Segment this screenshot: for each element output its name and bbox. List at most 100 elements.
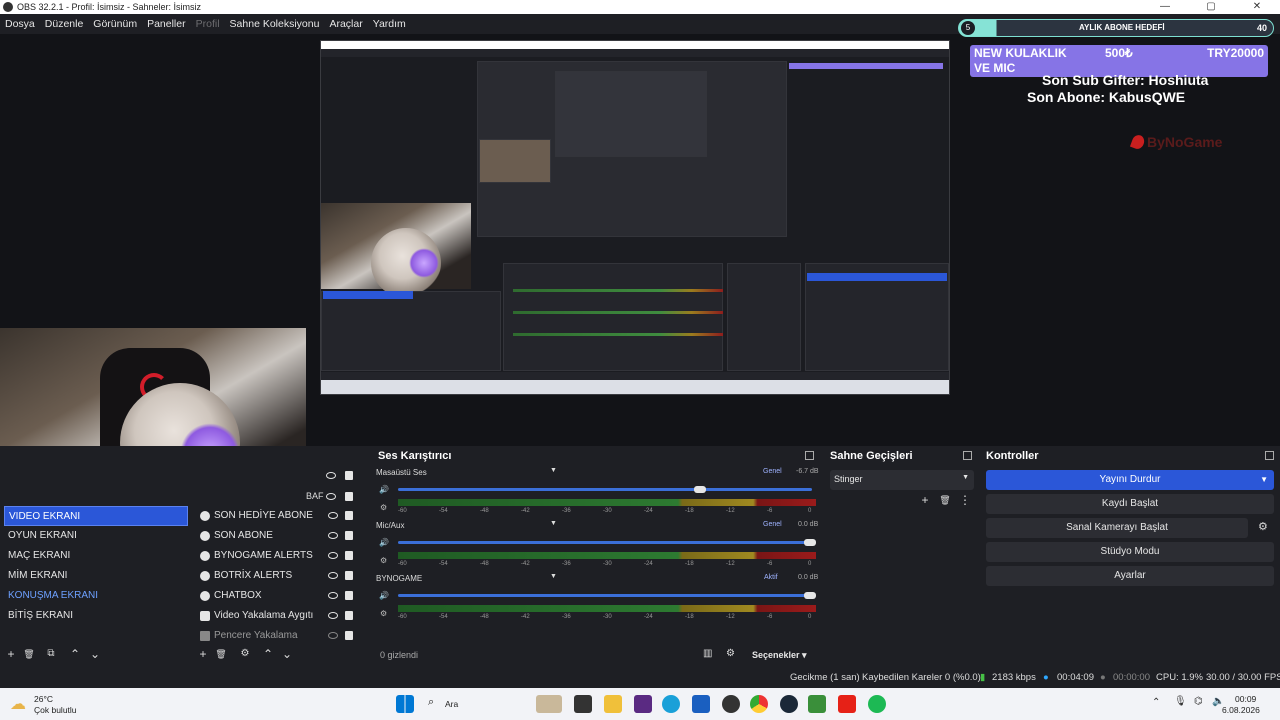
- source-item[interactable]: Pencere Yakalama: [196, 626, 364, 646]
- spotify-icon[interactable]: [868, 695, 886, 713]
- volume-slider-handle[interactable]: [804, 592, 816, 599]
- remove-transition-button[interactable]: 🗑: [938, 493, 952, 507]
- eye-hidden-icon[interactable]: [328, 632, 338, 639]
- start-virtual-camera-button[interactable]: Sanal Kamerayı Başlat: [986, 518, 1248, 538]
- scene-item[interactable]: KONUŞMA EKRANI: [4, 586, 188, 606]
- eye-icon[interactable]: [328, 612, 338, 619]
- channel-tag[interactable]: Genel: [763, 468, 782, 475]
- clock-date[interactable]: 6.08.2026: [1222, 705, 1260, 715]
- channel-menu-icon[interactable]: ▼: [550, 573, 557, 580]
- eye-icon[interactable]: [328, 512, 338, 519]
- source-properties-button[interactable]: ⚙: [238, 647, 252, 661]
- menu-yardim[interactable]: Yardım: [368, 18, 411, 30]
- start-recording-button[interactable]: Kaydı Başlat: [986, 494, 1274, 514]
- mixer-layout-icon[interactable]: ▥: [703, 648, 712, 659]
- source-item[interactable]: CHATBOX: [196, 586, 364, 606]
- channel-settings-icon[interactable]: ⚙: [380, 609, 387, 618]
- studio-mode-button[interactable]: Stüdyo Modu: [986, 542, 1274, 562]
- edge-icon[interactable]: [662, 695, 680, 713]
- add-scene-button[interactable]: +: [4, 647, 18, 661]
- volume-slider[interactable]: [398, 594, 812, 597]
- youtube-icon[interactable]: [838, 695, 856, 713]
- weather-temp[interactable]: 26°C: [34, 694, 53, 704]
- transition-menu-icon[interactable]: ⋮: [958, 493, 972, 507]
- lock-icon[interactable]: [345, 611, 353, 620]
- scene-filters-button[interactable]: ⧉: [44, 647, 58, 661]
- lock-icon[interactable]: [345, 551, 353, 560]
- tray-chevron-up-icon[interactable]: ⌃: [1152, 697, 1160, 708]
- lock-icon[interactable]: [345, 492, 353, 501]
- channel-settings-icon[interactable]: ⚙: [380, 556, 387, 565]
- dock-float-icon[interactable]: [805, 451, 814, 460]
- channel-menu-icon[interactable]: ▼: [550, 467, 557, 474]
- scene-item[interactable]: BİTİŞ EKRANI: [4, 606, 188, 626]
- remove-source-button[interactable]: 🗑: [214, 647, 228, 661]
- menu-araclar[interactable]: Araçlar: [324, 18, 367, 30]
- source-item[interactable]: BOTRİX ALERTS: [196, 566, 364, 586]
- lock-icon[interactable]: [345, 591, 353, 600]
- steam-icon[interactable]: [780, 695, 798, 713]
- taskbar-search[interactable]: Ara: [445, 699, 458, 709]
- volume-slider-handle[interactable]: [804, 539, 816, 546]
- source-item[interactable]: SON ABONE: [196, 526, 364, 546]
- scene-item[interactable]: VIDEO EKRANI: [4, 506, 188, 526]
- remove-scene-button[interactable]: 🗑: [22, 647, 36, 661]
- weather-icon[interactable]: ☁: [10, 694, 26, 714]
- chrome-icon[interactable]: [750, 695, 768, 713]
- task-view-icon[interactable]: [574, 695, 592, 713]
- volume-slider[interactable]: [398, 541, 812, 544]
- menu-gorunum[interactable]: Görünüm: [88, 18, 142, 30]
- add-transition-button[interactable]: +: [918, 493, 932, 507]
- clock-time[interactable]: 00:09: [1235, 694, 1256, 704]
- menu-paneller[interactable]: Paneller: [142, 18, 191, 30]
- lock-icon[interactable]: [345, 511, 353, 520]
- lock-icon[interactable]: [345, 631, 353, 640]
- volume-slider-handle[interactable]: [694, 486, 707, 493]
- virtual-camera-settings-icon[interactable]: ⚙: [1258, 520, 1268, 533]
- settings-button[interactable]: Ayarlar: [986, 566, 1274, 586]
- dock-float-icon[interactable]: [1265, 451, 1274, 460]
- minimize-button[interactable]: —: [1142, 0, 1188, 14]
- channel-tag[interactable]: Genel: [763, 521, 782, 528]
- scene-item[interactable]: OYUN EKRANI: [4, 526, 188, 546]
- menu-dosya[interactable]: Dosya: [0, 18, 40, 30]
- volume-slider[interactable]: [398, 488, 812, 491]
- weather-desc[interactable]: Çok bulutlu: [34, 705, 77, 715]
- source-item[interactable]: BYNOGAME ALERTS: [196, 546, 364, 566]
- app-icon[interactable]: [808, 695, 826, 713]
- move-scene-down-button[interactable]: ⌄: [88, 647, 102, 661]
- windows-start-icon[interactable]: [396, 695, 414, 713]
- eye-icon[interactable]: [328, 592, 338, 599]
- scene-item[interactable]: MAÇ EKRANI: [4, 546, 188, 566]
- speaker-icon[interactable]: 🔊: [379, 538, 389, 547]
- chevron-down-icon[interactable]: ▼: [1260, 470, 1268, 490]
- speaker-icon[interactable]: 🔊: [379, 485, 389, 494]
- microphone-icon[interactable]: 🎙: [1174, 696, 1187, 707]
- lock-icon[interactable]: [345, 571, 353, 580]
- lock-icon[interactable]: [345, 531, 353, 540]
- lock-icon[interactable]: [345, 471, 353, 480]
- store-icon[interactable]: [692, 695, 710, 713]
- speaker-icon[interactable]: 🔊: [379, 591, 389, 600]
- scene-item[interactable]: MİM EKRANI: [4, 566, 188, 586]
- obs-taskbar-icon[interactable]: [722, 695, 740, 713]
- menu-duzenle[interactable]: Düzenle: [40, 18, 89, 30]
- eye-icon[interactable]: [328, 552, 338, 559]
- dock-float-icon[interactable]: [963, 451, 972, 460]
- maximize-button[interactable]: ▢: [1188, 0, 1234, 14]
- move-source-down-button[interactable]: ⌄: [280, 647, 294, 661]
- source-item[interactable]: Video Yakalama Aygıtı: [196, 606, 364, 626]
- close-button[interactable]: ✕: [1234, 0, 1280, 14]
- move-scene-up-button[interactable]: ⌃: [68, 647, 82, 661]
- channel-settings-icon[interactable]: ⚙: [380, 503, 387, 512]
- advanced-audio-icon[interactable]: ⚙: [726, 648, 735, 659]
- channel-menu-icon[interactable]: ▼: [550, 520, 557, 527]
- eye-icon[interactable]: [328, 532, 338, 539]
- transition-select[interactable]: Stinger ▼: [830, 470, 974, 490]
- options-button[interactable]: Seçenekler ▾: [752, 650, 807, 661]
- network-icon[interactable]: ⌬: [1194, 696, 1203, 707]
- add-source-button[interactable]: +: [196, 647, 210, 661]
- eye-icon[interactable]: [328, 572, 338, 579]
- eye-icon[interactable]: [326, 491, 336, 500]
- source-item[interactable]: SON HEDİYE ABONE: [196, 506, 364, 526]
